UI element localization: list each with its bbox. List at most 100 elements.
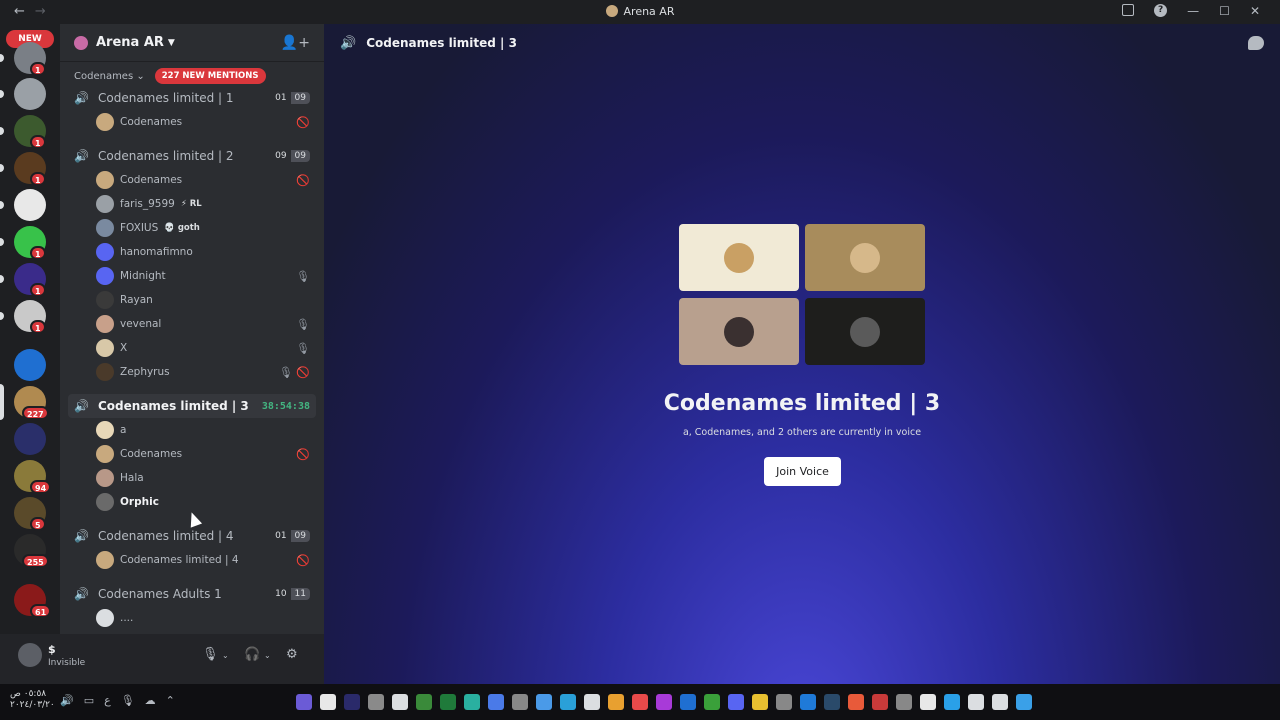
voice-user[interactable]: .... (60, 606, 324, 630)
taskbar-app-icon[interactable] (416, 694, 432, 710)
user-name: FOXIUS (120, 222, 159, 234)
server-icon[interactable] (14, 78, 46, 110)
category-name: Codenames (74, 70, 134, 82)
headphones-icon[interactable]: 🎧 (244, 647, 260, 662)
voice-user[interactable]: Codenames 🚫 (60, 168, 324, 192)
guild-header[interactable]: Arena AR ▼ 👤+ (60, 24, 324, 62)
voice-user[interactable]: Hala (60, 466, 324, 490)
taskbar-app-icon[interactable] (320, 694, 336, 710)
participant-tile[interactable] (805, 224, 925, 291)
participant-tile[interactable] (679, 298, 799, 365)
voice-user[interactable]: Orphic (60, 490, 324, 514)
voice-state-icon: 🚫 (296, 115, 310, 129)
taskbar-app-icon[interactable] (464, 694, 480, 710)
display-icon[interactable]: ▭ (84, 694, 94, 707)
taskbar-app-icon[interactable] (392, 694, 408, 710)
channel-name: Codenames limited | 4 (98, 529, 234, 543)
taskbar-app-icon[interactable] (488, 694, 504, 710)
voice-user[interactable]: X 🎙 (60, 336, 324, 360)
close-icon[interactable]: ✕ (1250, 4, 1260, 18)
voice-user[interactable]: Codenames 🚫 (60, 442, 324, 466)
maximize-icon[interactable]: ☐ (1219, 4, 1230, 18)
microphone-icon[interactable]: 🎙 (202, 647, 219, 662)
channel-title: Codenames limited | 3 (366, 36, 517, 50)
voice-channel[interactable]: 🔊 Codenames limited | 1 01 09 (68, 86, 316, 110)
participant-tile[interactable] (805, 298, 925, 365)
taskbar-app-icon[interactable] (728, 694, 744, 710)
user-name: X (120, 342, 128, 354)
taskbar-app-icon[interactable] (296, 694, 312, 710)
gear-icon[interactable]: ⚙ (286, 647, 298, 662)
chat-icon[interactable] (1248, 36, 1264, 50)
voice-user[interactable]: a (60, 418, 324, 442)
taskbar-app-icon[interactable] (608, 694, 624, 710)
unread-badge: 255 (22, 554, 49, 568)
taskbar-app-icon[interactable] (1016, 694, 1032, 710)
category-row[interactable]: Codenames ⌄ 227 NEW MENTIONS (60, 62, 324, 86)
minimize-icon[interactable]: — (1187, 4, 1199, 18)
taskbar-app-icon[interactable] (584, 694, 600, 710)
voice-user[interactable]: FOXIUS 💀 goth (60, 216, 324, 240)
inbox-icon[interactable] (1122, 4, 1135, 16)
time-text: ٠٥:٥٨ ص (10, 689, 47, 699)
voice-subtitle: a, Codenames, and 2 others are currently… (682, 427, 922, 438)
taskbar-app-icon[interactable] (968, 694, 984, 710)
voice-user[interactable]: Zephyrus 🎙 🚫 (60, 360, 324, 384)
taskbar-app-icon[interactable] (656, 694, 672, 710)
user-limit-counter: 01 09 (271, 530, 310, 542)
taskbar-app-icon[interactable] (680, 694, 696, 710)
mic-tray-icon[interactable]: 🎙 (121, 694, 135, 707)
taskbar-app-icon[interactable] (560, 694, 576, 710)
voice-user[interactable]: vevenal 🎙 (60, 312, 324, 336)
taskbar-app-icon[interactable] (752, 694, 768, 710)
voice-channel[interactable]: 🔊 Codenames limited | 3 38:54:38 (68, 394, 316, 418)
voice-user[interactable]: Midnight 🎙 (60, 264, 324, 288)
voice-channel[interactable]: 🔊 Codenames Adults 1 10 11 (68, 582, 316, 606)
taskbar-app-icon[interactable] (896, 694, 912, 710)
taskbar-app-icon[interactable] (632, 694, 648, 710)
server-icon[interactable] (14, 189, 46, 221)
taskbar-app-icon[interactable] (368, 694, 384, 710)
taskbar-app-icon[interactable] (536, 694, 552, 710)
taskbar-app-icon[interactable] (344, 694, 360, 710)
keyboard-lang-icon[interactable]: ع (104, 694, 111, 707)
voice-user[interactable]: Codenames 🚫 (60, 110, 324, 134)
clock[interactable]: ٠٥:٥٨ ص ٢٠٢٤/٠٣/٢٠ (10, 689, 55, 711)
server-icon[interactable] (14, 423, 46, 455)
avatar (724, 316, 754, 347)
onedrive-icon[interactable]: ☁ (145, 694, 156, 707)
taskbar-app-icon[interactable] (440, 694, 456, 710)
unread-pip (0, 90, 4, 98)
user-name: faris_9599 (120, 198, 175, 210)
volume-icon[interactable]: 🔊 (60, 694, 74, 707)
taskbar-app-icon[interactable] (824, 694, 840, 710)
add-member-icon[interactable]: 👤+ (281, 35, 310, 51)
voice-user[interactable]: Rayan (60, 288, 324, 312)
taskbar-app-icon[interactable] (512, 694, 528, 710)
taskbar-app-icon[interactable] (872, 694, 888, 710)
voice-user[interactable]: hanomafimno (60, 240, 324, 264)
chevron-down-icon[interactable]: ⌄ (222, 651, 229, 660)
taskbar-app-icon[interactable] (800, 694, 816, 710)
voice-user[interactable]: Codenames limited | 4 🚫 (60, 548, 324, 572)
taskbar-app-icon[interactable] (992, 694, 1008, 710)
join-voice-button[interactable]: Join Voice (764, 457, 841, 486)
taskbar-app-icon[interactable] (944, 694, 960, 710)
taskbar-app-icon[interactable] (704, 694, 720, 710)
taskbar-app-icon[interactable] (920, 694, 936, 710)
server-icon[interactable] (14, 349, 46, 381)
taskbar-app-icon[interactable] (776, 694, 792, 710)
voice-channel[interactable]: 🔊 Codenames limited | 4 01 09 (68, 524, 316, 548)
avatar[interactable] (18, 643, 42, 667)
help-icon[interactable]: ? (1154, 4, 1168, 17)
taskbar-app-icon[interactable] (848, 694, 864, 710)
user-name: $ (48, 643, 56, 656)
avatar (96, 219, 114, 237)
tray-chevron-icon[interactable]: ⌃ (166, 694, 175, 707)
voice-channel[interactable]: 🔊 Codenames limited | 2 09 09 (68, 144, 316, 168)
participant-tile[interactable] (679, 224, 799, 291)
channel-gap (60, 384, 324, 394)
chevron-down-icon[interactable]: ⌄ (264, 651, 271, 660)
new-mentions-badge[interactable]: 227 NEW MENTIONS (154, 68, 266, 84)
voice-user[interactable]: faris_9599 ⚡ RL (60, 192, 324, 216)
